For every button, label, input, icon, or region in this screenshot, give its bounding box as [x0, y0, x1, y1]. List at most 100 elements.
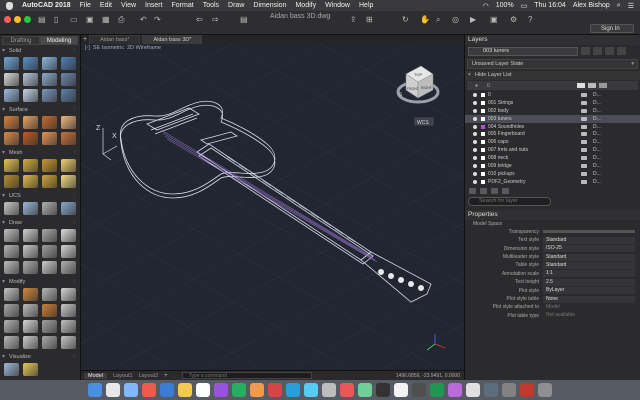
transparency-slider[interactable] [543, 230, 635, 234]
viewcube[interactable]: TOP FRONT RIGHT S [396, 65, 440, 104]
layer-row[interactable]: 008 neck D... [465, 154, 640, 162]
tool-button-icon[interactable] [23, 73, 38, 86]
tab-aidan-bass[interactable]: Aidan bass* [89, 34, 141, 45]
previous-layer-icon[interactable] [605, 47, 614, 55]
dock-app-icon[interactable] [142, 383, 156, 397]
hide-layer-list-toggle[interactable]: Hide Layer List [465, 71, 640, 80]
dock-app-icon[interactable] [358, 383, 372, 397]
drawing-viewport[interactable]: Z X TOP FRONT RIGHT S WCS [-] SE Isometr… [81, 44, 464, 370]
layer-freeze-icon[interactable] [581, 92, 587, 97]
dock-app-icon[interactable] [214, 383, 228, 397]
tool-button-icon[interactable] [23, 132, 38, 145]
zoom-window-button[interactable] [24, 16, 31, 23]
view-name[interactable]: SE Isometric [93, 45, 124, 51]
wifi-icon[interactable]: ◠ [483, 2, 489, 10]
tool-button-icon[interactable] [4, 73, 19, 86]
layer-color-swatch[interactable] [481, 140, 485, 145]
layer-color-swatch[interactable] [481, 163, 485, 168]
tool-button-icon[interactable] [42, 159, 57, 172]
layer-freeze-icon[interactable] [581, 132, 587, 137]
layer-visibility-icon[interactable] [473, 179, 477, 184]
menu-modify[interactable]: Modify [295, 2, 316, 9]
wcs-button-label[interactable]: WCS [417, 120, 429, 126]
tool-button-icon[interactable] [61, 336, 76, 349]
tool-button-icon[interactable] [61, 57, 76, 70]
tool-button-icon[interactable] [4, 304, 19, 317]
tool-button-icon[interactable] [42, 245, 57, 258]
viewcube-right-label[interactable]: RIGHT [421, 86, 433, 90]
layer-row[interactable]: 004 Soundholes D... [465, 123, 640, 131]
layer-row[interactable]: 006 capo D... [465, 138, 640, 146]
dock-app-icon[interactable] [124, 383, 138, 397]
layer-freeze-icon[interactable] [581, 108, 587, 113]
tool-button-icon[interactable] [61, 73, 76, 86]
menu-format[interactable]: Format [172, 2, 194, 9]
dock-app-icon[interactable] [178, 383, 192, 397]
visual-style-name[interactable]: 2D Wireframe [127, 45, 161, 51]
tool-section-header[interactable]: Modify ⋮ [0, 278, 80, 286]
share-icon[interactable]: ⇪ [350, 15, 357, 24]
tool-button-icon[interactable] [4, 132, 19, 145]
layer-visibility-icon[interactable] [473, 163, 477, 168]
layer-row[interactable]: 002 body D... [465, 107, 640, 115]
section-options-icon[interactable]: ⋮ [72, 149, 78, 157]
layer-visibility-icon[interactable] [473, 124, 477, 129]
layer-row[interactable]: 010 pickups D... [465, 170, 640, 178]
layer-search-input[interactable] [468, 196, 551, 206]
isolate-layer-icon[interactable] [617, 47, 626, 55]
layer-color-swatch[interactable] [481, 100, 485, 105]
tool-section-header[interactable]: UCS ⋮ [0, 192, 80, 200]
viewcube-toggle-icon[interactable]: ▣ [490, 15, 498, 24]
close-window-button[interactable] [4, 16, 11, 23]
tool-button-icon[interactable] [4, 229, 19, 242]
tool-button-icon[interactable] [42, 57, 57, 70]
dock-app-icon[interactable] [502, 383, 516, 397]
dock-app-icon[interactable] [232, 383, 246, 397]
sign-in-button[interactable]: Sign In [590, 24, 634, 33]
layer-row[interactable]: PDF2_Geometry D... [465, 178, 640, 186]
property-value[interactable]: None [543, 295, 635, 303]
dock-app-icon[interactable] [304, 383, 318, 397]
current-layer-dropdown[interactable]: 003 tuners [468, 46, 578, 56]
tool-button-icon[interactable] [23, 363, 38, 376]
new-group-icon[interactable] [480, 187, 487, 194]
tab-model[interactable]: Model [84, 372, 107, 379]
viewcube-front-label[interactable]: FRONT [407, 87, 420, 91]
tool-button-icon[interactable] [23, 116, 38, 129]
layer-row[interactable]: 0 D... [465, 91, 640, 99]
tool-button-icon[interactable] [61, 132, 76, 145]
property-value[interactable]: ByLayer [543, 287, 635, 295]
battery-percent[interactable]: 100% [496, 2, 514, 9]
dock-app-icon[interactable] [160, 383, 174, 397]
layers-toggle-icon[interactable]: ▤ [38, 15, 46, 24]
showmotion-icon[interactable]: ▶ [470, 15, 476, 24]
tool-button-icon[interactable] [23, 245, 38, 258]
tool-button-icon[interactable] [42, 89, 57, 102]
layer-freeze-icon[interactable] [581, 100, 587, 105]
tool-button-icon[interactable] [61, 261, 76, 274]
grid-icon[interactable]: ⊞ [366, 15, 373, 24]
menu-window[interactable]: Window [325, 2, 350, 9]
property-value[interactable]: Standard [543, 236, 635, 244]
menu-tools[interactable]: Tools [203, 2, 219, 9]
layer-color-swatch[interactable] [481, 171, 485, 176]
tool-button-icon[interactable] [23, 229, 38, 242]
rotate-icon[interactable]: ↻ [402, 15, 409, 24]
layer-state-dropdown[interactable]: Unsaved Layer State [467, 59, 638, 69]
tool-button-icon[interactable] [61, 229, 76, 242]
tool-button-icon[interactable] [42, 132, 57, 145]
new-tab-plus-icon[interactable]: + [83, 36, 87, 43]
tool-button-icon[interactable] [61, 320, 76, 333]
layer-visibility-icon[interactable] [473, 116, 477, 121]
tool-button-icon[interactable] [42, 175, 57, 188]
tool-button-icon[interactable] [23, 320, 38, 333]
layer-color-swatch[interactable] [481, 108, 485, 113]
tab-aidan-bass-3d[interactable]: Aidan bass 3D* [142, 34, 203, 45]
layer-row[interactable]: 009 bridge D... [465, 162, 640, 170]
tool-button-icon[interactable] [4, 245, 19, 258]
tool-button-icon[interactable] [42, 73, 57, 86]
pan-hand-icon[interactable]: ✋ [420, 15, 430, 24]
tool-button-icon[interactable] [23, 202, 38, 215]
tool-button-icon[interactable] [42, 116, 57, 129]
menu-view[interactable]: View [121, 2, 136, 9]
